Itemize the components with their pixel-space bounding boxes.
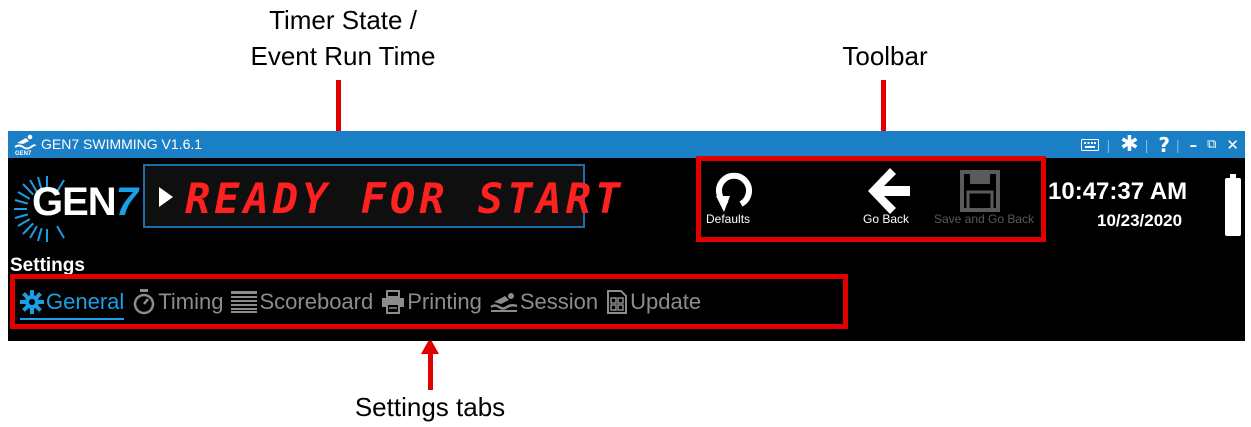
separator: | (1175, 136, 1180, 153)
separator: | (1144, 136, 1149, 153)
timer-display: READY FOR START (143, 164, 620, 228)
annotation-settings-tabs: Settings tabs (354, 392, 506, 422)
annotation-timer-state: Timer State / Event Run Time (198, 2, 488, 74)
window-title: GEN7 SWIMMING V1.6.1 (41, 136, 203, 152)
restore-icon[interactable]: ⧉ (1207, 137, 1216, 152)
annotation-timer-line1: Timer State / (269, 5, 417, 35)
annotation-arrow-tabs (428, 352, 433, 390)
battery-icon (1225, 174, 1241, 236)
logo-text: GEN (32, 180, 117, 224)
window-controls: | ✱ | ? | – ⧉ ✕ (1080, 131, 1239, 158)
play-icon (159, 187, 173, 207)
keyboard-icon[interactable] (1080, 138, 1099, 151)
swimmer-logo-icon: GEN7 (14, 134, 36, 156)
annotation-arrow-toolbar (881, 80, 886, 138)
clock-time: 10:47:37 AM (1048, 178, 1188, 205)
clock-date: 10/23/2020 (1097, 211, 1183, 230)
help-icon[interactable]: ? (1158, 133, 1170, 157)
gen7-logo: GEN7 (32, 180, 138, 225)
timer-state-text: READY FOR START (185, 174, 625, 223)
separator: | (1106, 136, 1111, 153)
annotation-box-settings-tabs (10, 274, 848, 329)
logo-suffix: 7 (115, 180, 138, 224)
svg-text:GEN7: GEN7 (15, 151, 32, 156)
title-bar: GEN7 GEN7 SWIMMING V1.6.1 | ✱ | ? | – ⧉ … (8, 131, 1245, 158)
annotation-toolbar: Toolbar (842, 41, 928, 71)
header: GEN7 READY FOR START Defaults Go Back Sa… (8, 158, 1245, 256)
asterisk-icon[interactable]: ✱ (1120, 132, 1138, 157)
close-icon[interactable]: ✕ (1226, 136, 1239, 154)
annotation-timer-line2: Event Run Time (250, 41, 436, 71)
annotation-box-toolbar (696, 156, 1046, 242)
minimize-icon[interactable]: – (1190, 136, 1198, 154)
